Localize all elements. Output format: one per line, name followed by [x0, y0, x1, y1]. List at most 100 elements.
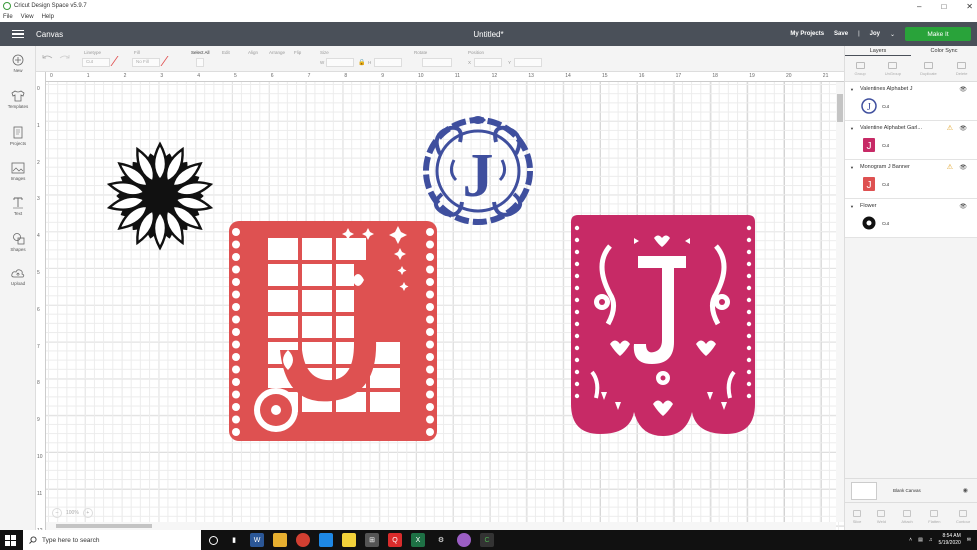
clock[interactable]: 8:54 AM 5/19/2020 [939, 533, 961, 547]
zoom-out-icon[interactable]: – [52, 508, 62, 518]
valentine-garland-j-banner[interactable]: J [570, 214, 756, 438]
make-it-button[interactable]: Make It [905, 27, 971, 41]
user-menu[interactable]: Joy [870, 31, 880, 37]
network-icon[interactable]: ▤ [918, 537, 923, 543]
vertical-scrollbar[interactable] [836, 82, 844, 522]
weld-button[interactable]: Weld [877, 509, 886, 524]
photos-icon[interactable] [319, 533, 333, 547]
eye-icon[interactable]: 👁 [959, 86, 967, 93]
layer-group[interactable]: ▼ Valentine Alphabet Garl... ⚠ 👁 J Cut [845, 121, 977, 160]
lock-icon[interactable]: 🔒 [358, 59, 365, 66]
monogram-j-banner-image[interactable] [228, 220, 438, 442]
hamburger-menu-icon[interactable] [12, 29, 24, 39]
design-canvas[interactable]: 0 1 2 3 4 5 6 7 8 9 10 11 12 13 14 15 16 17 18 19 20 21 01234… [36, 72, 844, 530]
arrange-label[interactable]: Arrange [269, 50, 285, 55]
flip-label[interactable]: Flip [294, 50, 301, 55]
y-input[interactable] [514, 58, 542, 67]
chevron-down-icon[interactable]: ⌄ [890, 31, 895, 38]
sidebar-item-upload[interactable]: Upload [0, 268, 36, 286]
settings-gear-icon[interactable]: ⚙ [434, 533, 448, 547]
minimize-icon[interactable]: – [917, 2, 921, 11]
menu-file[interactable]: File [3, 14, 13, 20]
maximize-icon[interactable]: □ [941, 2, 946, 11]
delete-button[interactable]: Delete [956, 61, 967, 76]
volume-icon[interactable]: ♫ [929, 537, 933, 543]
width-input[interactable] [326, 58, 354, 67]
slice-button[interactable]: Slice [853, 509, 861, 524]
tab-layers[interactable]: Layers [845, 46, 911, 56]
group-button[interactable]: Group [855, 61, 866, 76]
caret-down-icon[interactable]: ▼ [850, 87, 854, 92]
caret-down-icon[interactable]: ▼ [850, 204, 854, 209]
layer-operation[interactable]: Cut [882, 104, 889, 109]
sidebar-item-projects[interactable]: Projects [0, 126, 36, 146]
align-label[interactable]: Align [248, 50, 258, 55]
rotate-input[interactable] [422, 58, 452, 67]
taskbar-search[interactable]: Type here to search [23, 530, 201, 550]
chrome-icon[interactable] [296, 533, 310, 547]
sticky-notes-icon[interactable] [342, 533, 356, 547]
blank-canvas-label: Blank Canvas [893, 488, 921, 493]
file-explorer-icon[interactable] [273, 533, 287, 547]
layer-operation[interactable]: Cut [882, 221, 889, 226]
cortana-icon[interactable] [209, 535, 218, 545]
layer-operation[interactable]: Cut [882, 143, 889, 148]
attach-button[interactable]: Attach [901, 509, 913, 524]
sidebar-item-shapes[interactable]: Shapes [0, 232, 36, 252]
sidebar-item-images[interactable]: Images [0, 162, 36, 181]
undo-icon[interactable] [42, 54, 54, 62]
eye-icon[interactable]: 👁 [959, 203, 967, 210]
linetype-color-swatch[interactable] [110, 56, 126, 66]
fill-select[interactable]: No Fill [132, 58, 160, 67]
eye-icon[interactable]: 👁 [959, 125, 967, 132]
eye-off-icon[interactable]: ◉ [963, 487, 968, 494]
excel-icon[interactable]: X [411, 533, 425, 547]
notifications-icon[interactable]: ✉ [967, 537, 971, 543]
warning-icon[interactable]: ⚠ [947, 124, 953, 132]
eye-icon[interactable]: 👁 [959, 164, 967, 171]
word-icon[interactable]: W [250, 533, 264, 547]
save-button[interactable]: Save [834, 31, 848, 37]
attach-icon [903, 509, 912, 517]
x-input[interactable] [474, 58, 502, 67]
menu-view[interactable]: View [21, 14, 34, 20]
fill-color-swatch[interactable] [160, 56, 176, 66]
sunflower-image[interactable] [102, 138, 218, 254]
ungroup-button[interactable]: UnGroup [885, 61, 901, 76]
height-input[interactable] [374, 58, 402, 67]
sidebar-item-text[interactable]: Text [0, 196, 36, 216]
sidebar-item-new[interactable]: New [0, 54, 36, 73]
select-all-button[interactable] [196, 58, 204, 67]
duplicate-button[interactable]: Duplicate [920, 61, 937, 76]
layer-group[interactable]: ▼ Monogram J Banner ⚠ 👁 J Cut [845, 160, 977, 199]
tray-chevron-icon[interactable]: ˄ [909, 537, 912, 543]
window-title: Cricut Design Space v5.9.7 [14, 3, 87, 9]
horizontal-scrollbar[interactable] [46, 522, 836, 530]
task-view-icon[interactable]: ▮ [227, 533, 241, 547]
caret-down-icon[interactable]: ▼ [850, 126, 854, 131]
layer-operation[interactable]: Cut [882, 182, 889, 187]
tab-color-sync[interactable]: Color Sync [911, 46, 977, 56]
menu-help[interactable]: Help [42, 14, 54, 20]
paint-icon[interactable] [457, 533, 471, 547]
flatten-button[interactable]: Flatten [928, 509, 940, 524]
cricut-app-icon[interactable]: C [480, 533, 494, 547]
monogram-j-image[interactable]: J [420, 114, 536, 226]
contour-button[interactable]: Contour [956, 509, 970, 524]
close-icon[interactable]: ✕ [966, 2, 973, 11]
caret-down-icon[interactable]: ▼ [850, 165, 854, 170]
warning-icon[interactable]: ⚠ [947, 163, 953, 171]
my-projects-link[interactable]: My Projects [790, 31, 824, 37]
calculator-icon[interactable]: ⊞ [365, 533, 379, 547]
linetype-select[interactable]: Cut [82, 58, 110, 67]
redo-icon[interactable] [58, 54, 70, 62]
blank-canvas-row[interactable]: Blank Canvas ◉ [845, 478, 977, 502]
layer-group[interactable]: ▼ Flower 👁 Cut [845, 199, 977, 238]
quickbooks-icon[interactable]: Q [388, 533, 402, 547]
blank-canvas-swatch[interactable] [851, 481, 877, 500]
edit-label[interactable]: Edit [222, 50, 230, 55]
layer-group[interactable]: ▼ Valentines Alphabet J 👁 J Cut [845, 82, 977, 121]
zoom-in-icon[interactable]: + [82, 508, 93, 518]
sidebar-item-templates[interactable]: Templates [0, 90, 36, 109]
windows-start-icon[interactable] [0, 534, 20, 546]
